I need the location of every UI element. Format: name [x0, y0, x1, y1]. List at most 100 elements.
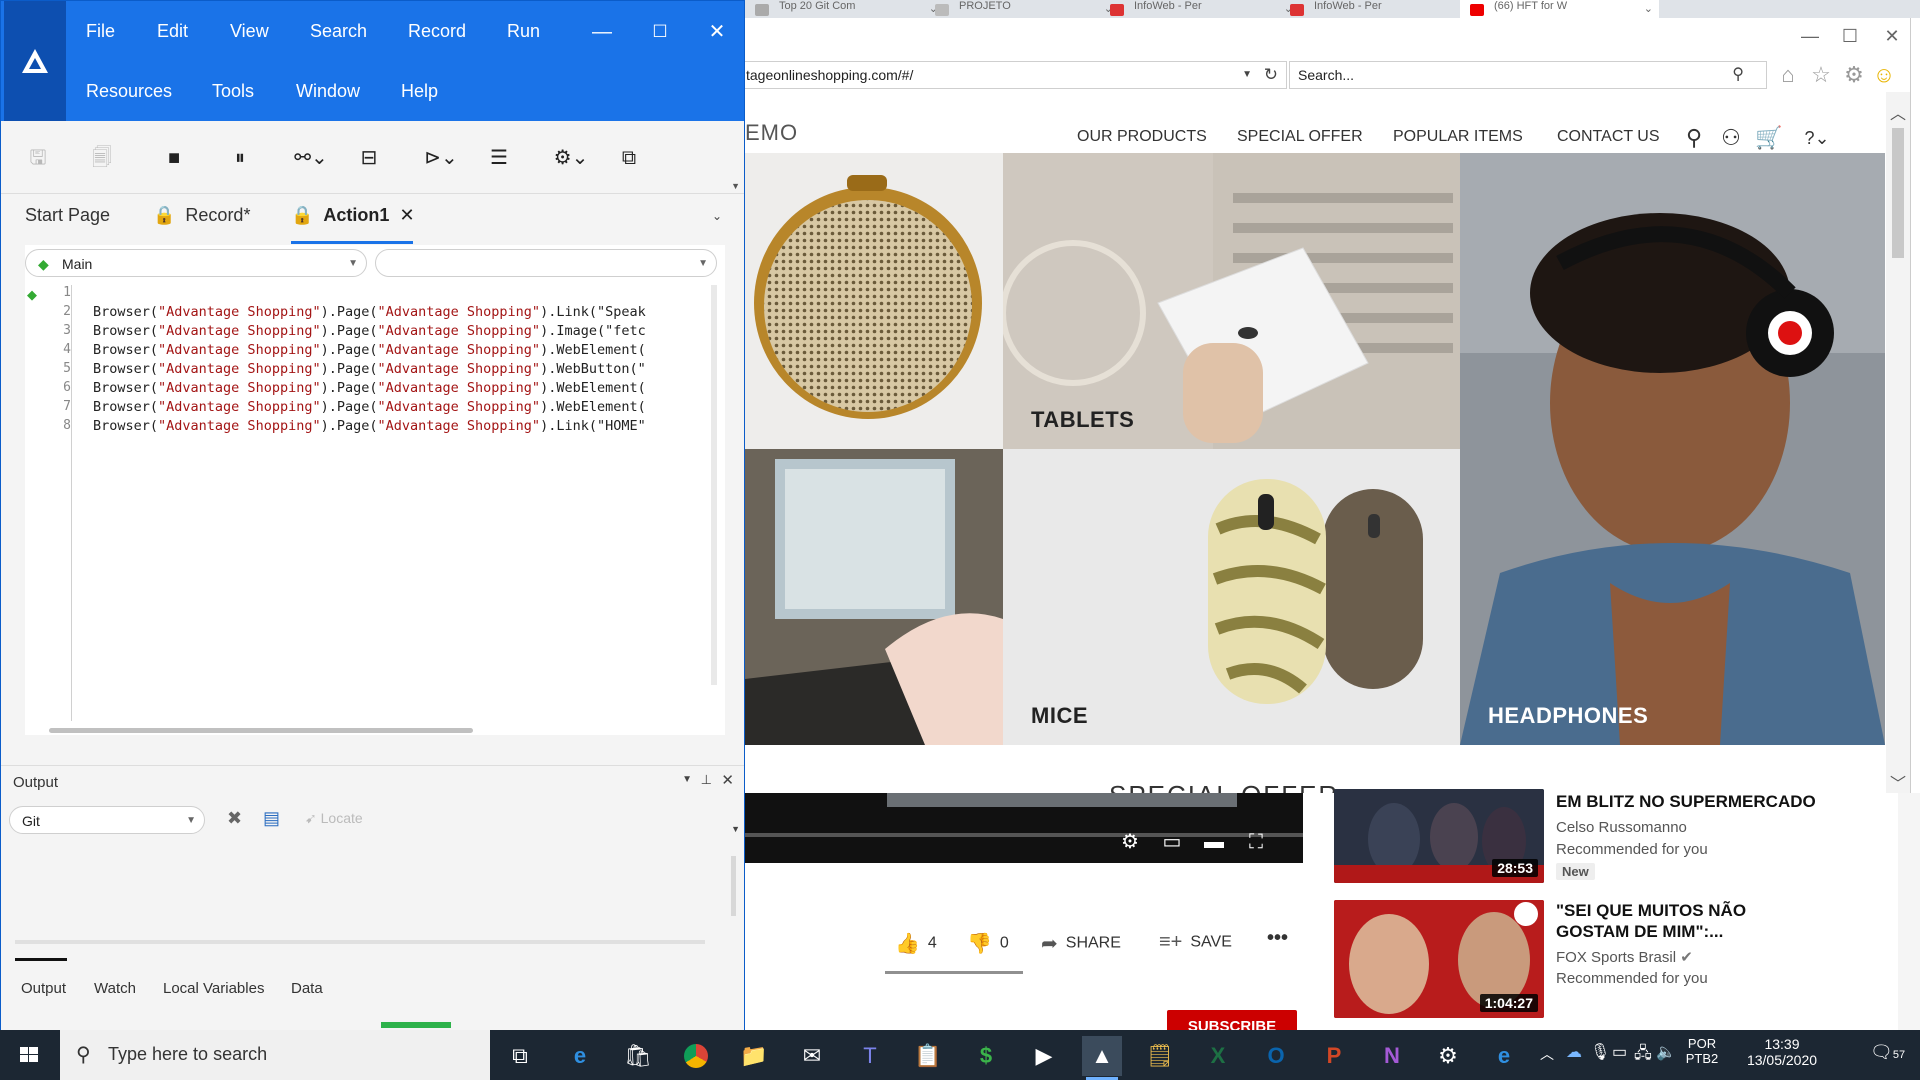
video-title[interactable]: EM BLITZ NO SUPERMERCADO	[1556, 791, 1816, 812]
smiley-feedback-icon[interactable]: ☺	[1871, 62, 1897, 88]
refresh-icon[interactable]: ↻	[1264, 62, 1278, 88]
menu-run[interactable]: Run	[507, 21, 540, 42]
dollar-app-icon[interactable]: $	[966, 1036, 1006, 1076]
tab-local-variables[interactable]: Local Variables	[163, 980, 264, 997]
toolbar-overflow-icon[interactable]: ▼	[731, 181, 740, 191]
file-explorer-icon[interactable]: 📁	[734, 1036, 774, 1076]
tab-record[interactable]: 🔒 Record*	[153, 205, 250, 226]
uft-app-icon[interactable]: ▲	[1082, 1036, 1122, 1080]
tab-data[interactable]: Data	[291, 980, 323, 997]
mail-icon[interactable]: ✉	[792, 1036, 832, 1076]
code-line[interactable]: Browser("Advantage Shopping").Page("Adva…	[93, 323, 646, 339]
more-actions-icon[interactable]: •••	[1267, 927, 1288, 950]
url-input[interactable]: tageonlineshopping.com/#/ ▼ ↻	[745, 61, 1287, 89]
tab-output[interactable]: Output	[21, 980, 66, 997]
home-icon[interactable]: ⌂	[1775, 62, 1801, 88]
network-icon[interactable]: 🖧	[1634, 1042, 1652, 1069]
video-thumbnail[interactable]: 28:53	[1334, 789, 1544, 883]
theater-mode-icon[interactable]: ▬	[1199, 827, 1229, 857]
run-step-icon[interactable]: ⊳⌄	[421, 143, 461, 173]
menu-record[interactable]: Record	[408, 21, 466, 42]
start-button[interactable]	[0, 1030, 58, 1080]
chevron-down-icon[interactable]: ﹀	[1890, 770, 1906, 794]
sticky-notes-icon[interactable]: 🗒	[1140, 1036, 1180, 1076]
powerpoint-icon[interactable]: P	[1314, 1036, 1354, 1076]
video-thumbnail[interactable]: 1:04:27	[1334, 900, 1544, 1018]
tile-label-mice[interactable]: MICE	[1031, 703, 1088, 729]
output-horizontal-scrollbar[interactable]	[15, 940, 705, 944]
browser-tab[interactable]: InfoWeb - Per⌄	[1100, 0, 1299, 18]
app-sheet-icon[interactable]: 📋	[908, 1036, 948, 1076]
maximize-icon[interactable]: ☐	[1840, 26, 1860, 46]
browser-tab[interactable]: InfoWeb - Per⌄	[1280, 0, 1479, 18]
code-line[interactable]: Browser("Advantage Shopping").Page("Adva…	[93, 380, 646, 396]
favorites-star-icon[interactable]: ☆	[1808, 62, 1834, 88]
show-hidden-icons-icon[interactable]: ︿	[1540, 1044, 1554, 1064]
utility-app-icon[interactable]: ⚙	[1428, 1036, 1468, 1076]
menu-tools[interactable]: Tools	[212, 81, 254, 102]
browser-search-input[interactable]: Search... ⚲	[1289, 61, 1767, 89]
video-player[interactable]: ⚙ ▭ ▬ ⛶	[745, 793, 1303, 863]
tablets-tile[interactable]: TABLETS	[1003, 153, 1460, 449]
outlook-icon[interactable]: O	[1256, 1036, 1296, 1076]
object-spy-icon[interactable]: ⚯⌄	[291, 143, 331, 173]
gear-icon[interactable]: ⚙	[1841, 62, 1867, 88]
chevron-down-icon[interactable]: ▼	[1242, 62, 1252, 88]
maximize-icon[interactable]: ☐	[647, 19, 673, 45]
tile-label-tablets[interactable]: TABLETS	[1031, 407, 1134, 433]
clear-output-icon[interactable]: ✖	[227, 808, 242, 829]
output-overflow-icon[interactable]: ▼	[731, 824, 740, 834]
menu-file[interactable]: File	[86, 21, 115, 42]
archive-icon[interactable]: ⊟	[354, 143, 384, 173]
minimize-icon[interactable]: —	[589, 19, 615, 45]
recommended-video[interactable]: 28:53 EM BLITZ NO SUPERMERCADO Celso Rus…	[1334, 789, 1854, 883]
help-icon[interactable]: ?⌄	[1795, 124, 1839, 152]
volume-icon[interactable]: 🔈	[1656, 1042, 1676, 1062]
output-source-dropdown[interactable]: Git ▼	[9, 806, 205, 834]
settings-gear-icon[interactable]: ⚙⌄	[551, 143, 591, 173]
speakers-tile[interactable]	[745, 153, 1003, 449]
excel-icon[interactable]: X	[1198, 1036, 1238, 1076]
site-logo[interactable]: EMO	[745, 120, 798, 146]
nav-special-offer[interactable]: SPECIAL OFFER	[1237, 128, 1363, 146]
internet-explorer-icon[interactable]: e	[1484, 1036, 1524, 1076]
nav-popular-items[interactable]: POPULAR ITEMS	[1393, 128, 1523, 146]
microphone-icon[interactable]: 🎙	[1590, 1042, 1610, 1062]
menu-edit[interactable]: Edit	[157, 21, 188, 42]
menu-resources[interactable]: Resources	[86, 81, 172, 102]
channel-name[interactable]: FOX Sports Brasil ✔	[1556, 948, 1693, 966]
locate-button[interactable]: ➹ Locate	[305, 810, 363, 827]
teams-icon[interactable]: T	[850, 1036, 890, 1076]
browser-scrollbar[interactable]: ︿ ﹀	[1886, 92, 1910, 800]
settings-gear-icon[interactable]: ⚙	[1115, 827, 1145, 857]
dislike-button[interactable]: 👎 0	[967, 931, 1009, 956]
recommended-video[interactable]: 1:04:27 "SEI QUE MUITOS NÃO GOSTAM DE MI…	[1334, 900, 1854, 1018]
like-button[interactable]: 👍 4	[895, 931, 937, 956]
cloud-icon[interactable]: ☁	[1566, 1042, 1582, 1062]
tab-watch[interactable]: Watch	[94, 980, 136, 997]
pane-menu-chevron-icon[interactable]: ▼	[682, 774, 692, 785]
close-icon[interactable]: ✕	[704, 19, 730, 45]
word-wrap-icon[interactable]: ▤	[263, 808, 280, 829]
menu-window[interactable]: Window	[296, 81, 360, 102]
browser-tab-active[interactable]: (66) HFT for W ⌄	[1460, 0, 1659, 18]
battery-icon[interactable]: ▭	[1612, 1042, 1627, 1062]
output-vertical-scrollbar[interactable]	[731, 856, 736, 916]
menu-help[interactable]: Help	[401, 81, 438, 102]
browser-tab[interactable]: Top 20 Git Com ⌄	[745, 0, 944, 18]
window-layout-icon[interactable]: ⧉	[614, 143, 644, 173]
search-icon[interactable]: ⚲	[1732, 62, 1744, 88]
search-icon[interactable]: ⚲	[1680, 124, 1708, 152]
close-icon[interactable]: ✕	[721, 771, 734, 789]
browser-tab[interactable]: PROJETO ⌄	[925, 0, 1119, 18]
save-button[interactable]: ≡+ SAVE	[1159, 931, 1232, 954]
editor-horizontal-scrollbar[interactable]	[35, 725, 715, 733]
chevron-up-icon[interactable]: ︿	[1890, 100, 1906, 124]
clock[interactable]: 13:39 13/05/2020	[1732, 1036, 1832, 1068]
tab-overflow-chevron-icon[interactable]: ⌄	[712, 209, 722, 223]
pause-icon[interactable]: ⏸	[225, 143, 255, 173]
headphones-tile[interactable]: HEADPHONES	[1460, 153, 1885, 745]
channel-name[interactable]: Celso Russomanno	[1556, 819, 1687, 836]
code-line[interactable]: Browser("Advantage Shopping").Page("Adva…	[93, 418, 646, 434]
list-icon[interactable]: ☰	[484, 143, 514, 173]
